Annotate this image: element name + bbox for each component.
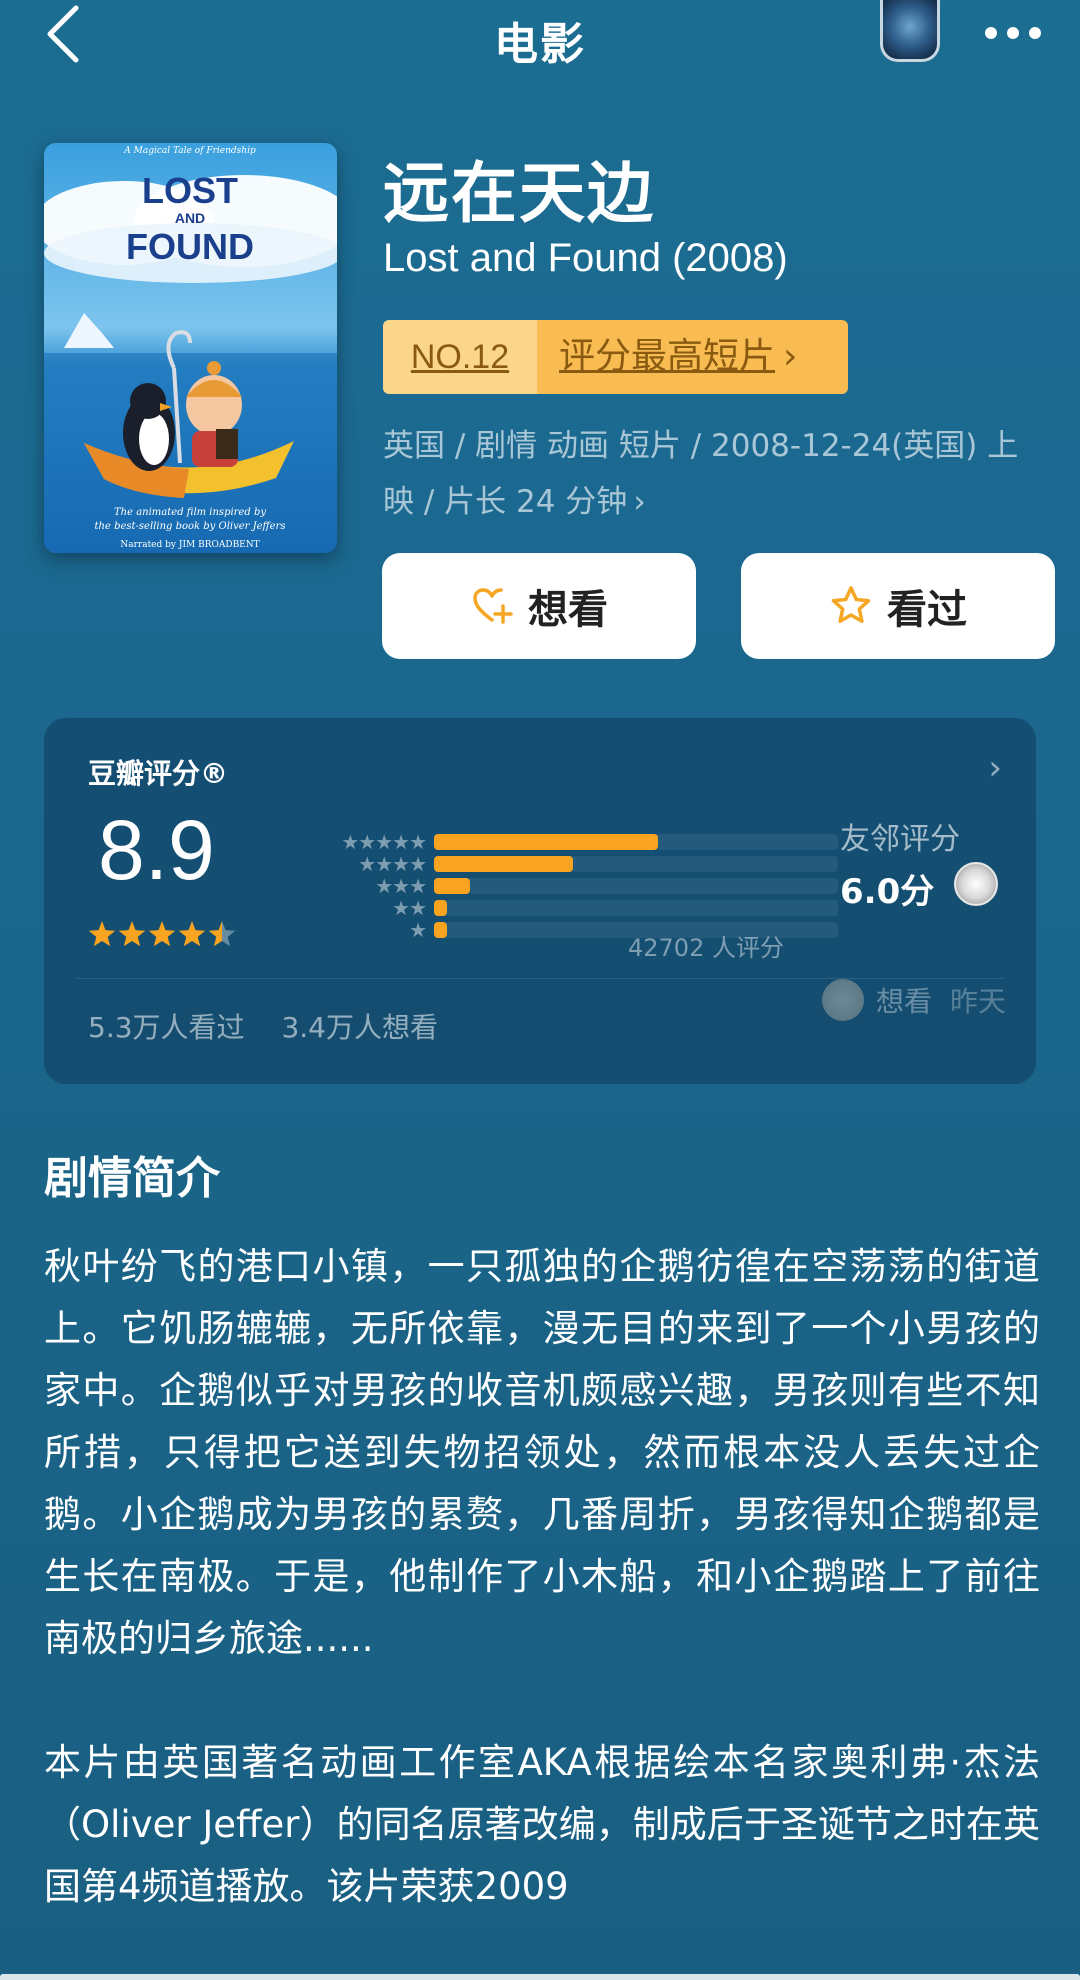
wish-count: 3.4万人想看	[281, 1011, 438, 1044]
rating-distribution: ★★★★★ ★★★★ ★★★ ★★ ★	[272, 814, 842, 942]
synopsis-paragraph-1: 秋叶纷飞的港口小镇，一只孤独的企鹅彷徨在空荡荡的街道上。它饥肠辘辘，无所依靠，漫…	[44, 1245, 1040, 1660]
more-icon	[985, 27, 1041, 39]
chevron-right-icon: ›	[783, 336, 798, 377]
movie-title-cn: 远在天边	[383, 155, 655, 232]
distribution-bar	[434, 878, 471, 894]
poster-caption-1: The animated film inspired by	[114, 507, 266, 518]
distribution-stars: ★	[409, 918, 427, 942]
distribution-stars: ★★	[392, 896, 427, 920]
movie-title-en: Lost and Found (2008)	[383, 236, 788, 280]
rating-count: 42702 人评分	[628, 934, 784, 962]
star-outline-icon	[831, 586, 871, 623]
friend-avatar[interactable]	[954, 862, 998, 906]
ranking-badge[interactable]: NO.12 评分最高短片 ›	[383, 320, 848, 394]
movie-meta-text: 英国 / 剧情 动画 短片 / 2008-12-24(英国) 上映 / 片长 2…	[383, 428, 1019, 520]
distribution-track	[434, 900, 838, 916]
distribution-bar	[434, 834, 659, 850]
distribution-row: ★★★★★	[272, 830, 842, 854]
synopsis-paragraph-2: 本片由英国著名动画工作室AKA根据绘本名家奥利弗·杰法（Oliver Jeffe…	[44, 1741, 1040, 1908]
friend-activity[interactable]: 想看 昨天	[822, 978, 1006, 1022]
rating-score: 8.9	[98, 803, 215, 897]
poster-title-3: FOUND	[126, 226, 254, 267]
more-button[interactable]	[980, 18, 1046, 48]
seen-label: 看过	[887, 587, 967, 633]
star-icon	[178, 921, 206, 947]
distribution-stars: ★★★★	[358, 852, 427, 876]
want-label: 想看	[528, 587, 608, 633]
synopsis-title: 剧情简介	[44, 1153, 220, 1204]
friend-rating-score: 6.0分	[840, 872, 935, 912]
distribution-track	[434, 856, 838, 872]
distribution-stars: ★★★	[375, 874, 427, 898]
friend-rating-label: 友邻评分	[840, 822, 960, 857]
poster-title-1: LOST	[142, 170, 238, 211]
chevron-right-icon[interactable]: ›	[988, 748, 1002, 788]
poster-tagline: A Magical Tale of Friendship	[123, 146, 256, 156]
poster-image: A Magical Tale of Friendship LOST AND FO…	[44, 143, 337, 553]
user-avatar[interactable]	[880, 0, 940, 62]
star-icon	[208, 921, 236, 947]
top-bar: 电影	[0, 0, 1080, 70]
distribution-bar	[434, 900, 448, 916]
distribution-bar	[434, 856, 574, 872]
watched-count: 5.3万人看过	[88, 1011, 245, 1044]
star-icon	[148, 921, 176, 947]
star-icon	[88, 921, 116, 947]
poster-narrator: Narrated by JIM BROADBENT	[120, 540, 259, 550]
poster-title-2: AND	[175, 210, 205, 226]
home-indicator	[0, 1974, 1080, 1980]
distribution-row: ★★★★	[272, 852, 842, 876]
distribution-bar	[434, 922, 448, 938]
rank-number: NO.12	[383, 320, 537, 394]
synopsis-text: 秋叶纷飞的港口小镇，一只孤独的企鹅彷徨在空荡荡的街道上。它饥肠辘辘，无所依靠，漫…	[44, 1236, 1040, 1980]
watch-stats: 5.3万人看过 3.4万人想看	[88, 1006, 438, 1046]
distribution-row: ★★★	[272, 874, 842, 898]
heart-plus-icon	[473, 588, 513, 624]
rating-title: 豆瓣评分®	[88, 757, 229, 790]
avatar	[822, 979, 864, 1021]
want-to-watch-button[interactable]: 想看	[382, 553, 696, 659]
rank-label-wrap: 评分最高短片 ›	[537, 320, 848, 394]
activity-action: 想看	[876, 985, 933, 1018]
star-icon	[118, 921, 146, 947]
watched-button[interactable]: 看过	[741, 553, 1055, 659]
rating-card[interactable]: 豆瓣评分® › 8.9 ★★★★★ ★★★★ ★★★ ★★ ★ 42702 人评分 友邻…	[44, 718, 1036, 1084]
activity-time: 昨天	[950, 985, 1007, 1018]
movie-meta[interactable]: 英国 / 剧情 动画 短片 / 2008-12-24(英国) 上映 / 片长 2…	[383, 418, 1043, 530]
distribution-stars: ★★★★★	[341, 830, 427, 854]
distribution-track	[434, 878, 838, 894]
rating-stars	[88, 921, 236, 947]
movie-poster[interactable]: A Magical Tale of Friendship LOST AND FO…	[44, 143, 337, 553]
distribution-row: ★★	[272, 896, 842, 920]
distribution-track	[434, 834, 838, 850]
rank-label: 评分最高短片	[559, 336, 776, 377]
poster-caption-2: the best-selling book by Oliver Jeffers	[95, 521, 286, 532]
chevron-right-icon: ›	[633, 484, 646, 520]
